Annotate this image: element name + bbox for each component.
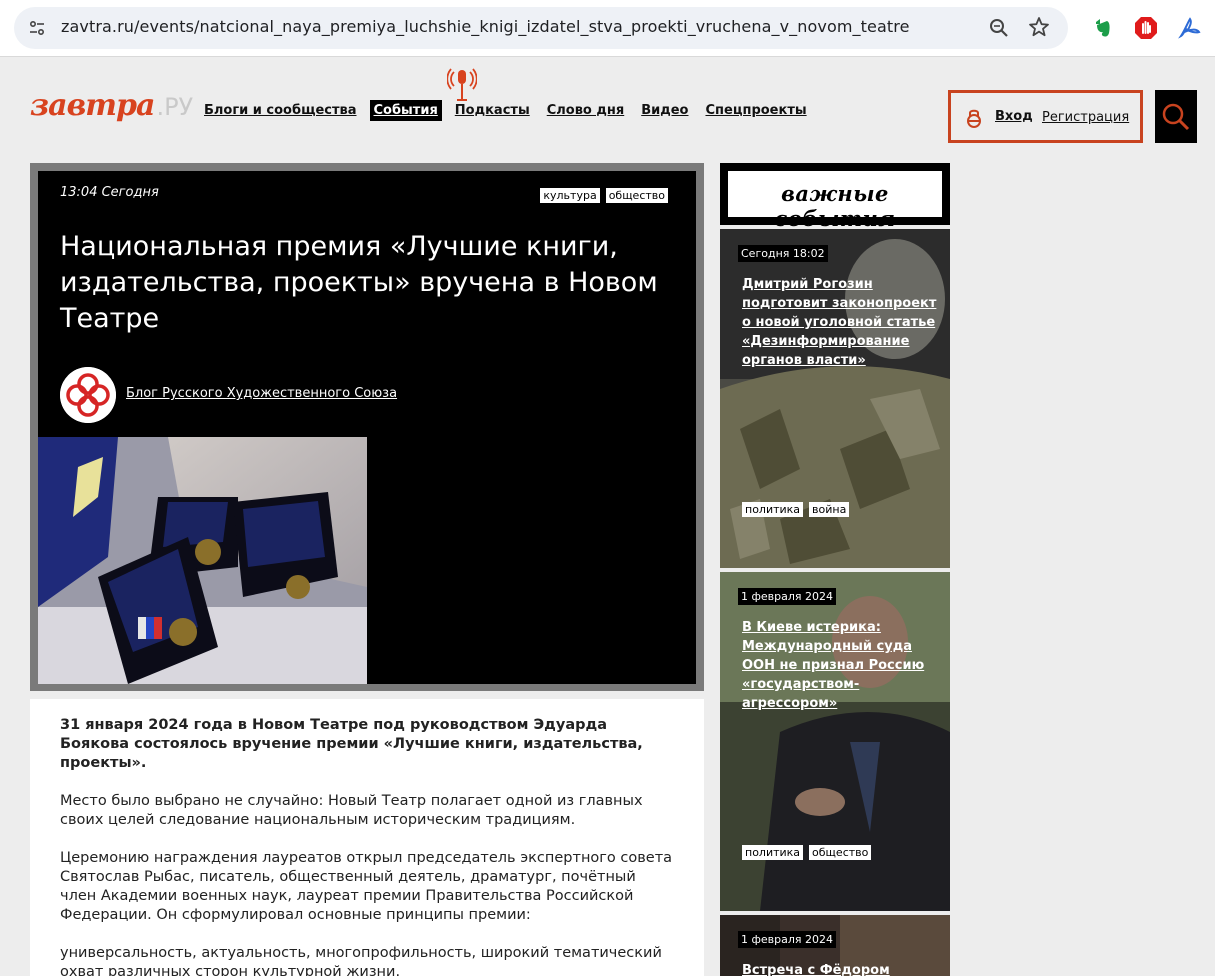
article-paragraph: универсальность, актуальность, многопроф… — [60, 945, 662, 976]
search-icon — [1162, 103, 1190, 131]
podcast-microphone-icon — [447, 68, 477, 101]
logo-suffix: .РУ — [156, 93, 194, 121]
tag-politics[interactable]: политика — [742, 502, 804, 517]
news-card-tags: политика война — [742, 502, 850, 517]
nav-special-projects[interactable]: Спецпроекты — [701, 100, 810, 121]
author-avatar[interactable] — [60, 367, 116, 423]
auth-panel: Вход Регистрация — [948, 90, 1143, 143]
logo-text: завтра — [30, 88, 155, 123]
article-hero: 13:04 Сегодня культура общество Национал… — [30, 163, 704, 691]
nav-video[interactable]: Видео — [637, 100, 692, 121]
nav-podcasts[interactable]: Подкасты — [451, 100, 534, 121]
news-card-title[interactable]: Дмитрий Рогозин подготовит законопроект … — [742, 275, 937, 370]
lock-icon — [967, 109, 981, 128]
adblock-extension-icon[interactable] — [1134, 16, 1158, 40]
author-link[interactable]: Блог Русского Художественного Союза — [126, 386, 397, 401]
news-card-title[interactable]: Встреча с Фёдором — [742, 961, 937, 976]
tag-war[interactable]: война — [809, 502, 850, 517]
news-card-date: Сегодня 18:02 — [738, 245, 828, 262]
search-button[interactable] — [1155, 90, 1197, 143]
news-card-tags: политика общество — [742, 845, 872, 860]
news-card[interactable]: 1 февраля 2024 В Киеве истерика: Междуна… — [720, 572, 950, 911]
news-card[interactable]: 1 февраля 2024 Встреча с Фёдором — [720, 915, 950, 976]
author-emblem-icon — [60, 367, 116, 423]
important-events-header: важные события — [720, 163, 950, 231]
nav-word-of-day[interactable]: Слово дня — [543, 100, 629, 121]
login-link[interactable]: Вход — [995, 109, 1033, 124]
important-events-label: важные события — [774, 181, 896, 231]
nav-blogs[interactable]: Блоги и сообщества — [200, 100, 361, 121]
site-info-icon[interactable] — [28, 19, 46, 37]
register-link[interactable]: Регистрация — [1042, 110, 1129, 125]
tag-politics[interactable]: политика — [742, 845, 804, 860]
article-body: 31 января 2024 года в Новом Театре под р… — [30, 699, 704, 976]
tag-society[interactable]: общество — [809, 845, 872, 860]
article-hero-inner: 13:04 Сегодня культура общество Национал… — [38, 171, 696, 684]
zoom-icon[interactable] — [988, 17, 1010, 39]
article-time: 13:04 Сегодня — [60, 185, 159, 200]
article-photo — [38, 437, 367, 684]
news-card-title[interactable]: В Киеве истерика: Международный суда ООН… — [742, 618, 937, 713]
address-bar[interactable]: zavtra.ru/events/natcional_naya_premiya_… — [14, 7, 1068, 49]
article-tags: культура общество — [540, 188, 668, 203]
site-logo[interactable]: завтра.РУ — [30, 88, 193, 124]
article-title: Национальная премия «Лучшие книги, издат… — [60, 231, 658, 334]
browser-toolbar: zavtra.ru/events/natcional_naya_premiya_… — [0, 0, 1215, 57]
important-events-box: важные события — [728, 171, 942, 231]
tag-society[interactable]: общество — [605, 188, 668, 203]
bookmark-star-icon[interactable] — [1028, 16, 1050, 38]
news-card-date: 1 февраля 2024 — [738, 931, 837, 948]
acrobat-extension-icon[interactable] — [1178, 16, 1202, 40]
nav-events[interactable]: События — [369, 100, 442, 121]
article-paragraph: Церемонию награждения лауреатов открыл п… — [60, 850, 673, 923]
url-text[interactable]: zavtra.ru/events/natcional_naya_premiya_… — [61, 17, 910, 36]
article-paragraph: 31 января 2024 года в Новом Театре под р… — [60, 717, 643, 771]
evernote-extension-icon[interactable] — [1090, 16, 1114, 40]
main-nav: Блоги и сообщества События Подкасты Слов… — [200, 100, 820, 121]
news-card-date: 1 февраля 2024 — [738, 588, 837, 605]
tag-culture[interactable]: культура — [540, 188, 600, 203]
news-card[interactable]: Сегодня 18:02 Дмитрий Рогозин подготовит… — [720, 229, 950, 568]
article-paragraph: Место было выбрано не случайно: Новый Те… — [60, 793, 643, 828]
